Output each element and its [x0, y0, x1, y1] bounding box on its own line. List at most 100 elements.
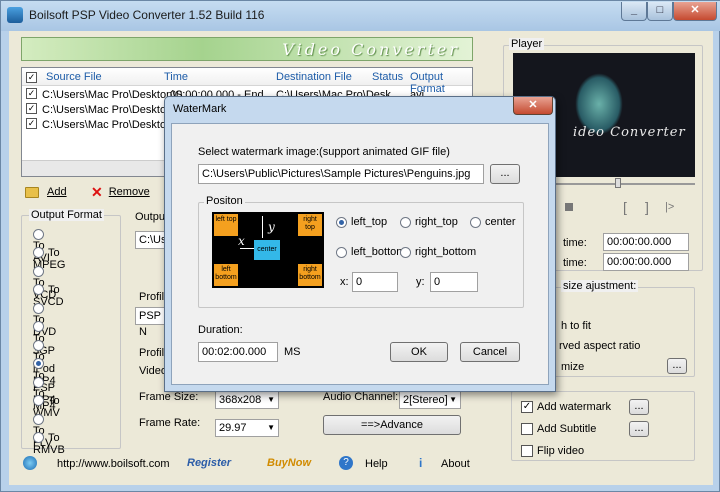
chevron-down-icon: ▼ [267, 423, 275, 432]
radio-left-bottom[interactable]: left_bottom [336, 246, 405, 258]
flip-checkbox[interactable] [521, 445, 533, 458]
radio-dot [336, 246, 347, 258]
watermark-dialog: WaterMark ✕ Select watermark image:(supp… [164, 96, 556, 392]
radio-center[interactable]: center [470, 216, 516, 228]
radio-dot [400, 246, 411, 258]
row-checkbox[interactable]: ✓ [26, 88, 37, 99]
position-label: Positon [204, 195, 245, 207]
preview-left-bottom: left bottom [214, 264, 238, 286]
radio-left-top[interactable]: left_top [336, 216, 387, 228]
add-watermark-option[interactable]: ✓ Add watermark [521, 401, 611, 414]
cancel-button[interactable]: Cancel [460, 342, 520, 362]
col-destination-file[interactable]: Destination File [276, 71, 352, 83]
end-time-field[interactable]: 00:00:00.000 [603, 253, 689, 271]
dialog-close-button[interactable]: ✕ [513, 97, 553, 115]
radio-dot [33, 413, 44, 425]
radio-dot [33, 284, 44, 296]
radio-dot [400, 216, 411, 228]
subtitle-settings-button[interactable]: ... [629, 421, 649, 437]
row-source: C:\Users\Mac Pro\Desktop\c [42, 119, 181, 131]
globe-icon [23, 456, 37, 470]
y-label: y [268, 220, 275, 234]
frame-size-select[interactable]: 368x208 ▼ [215, 391, 279, 409]
watermark-settings-button[interactable]: ... [629, 399, 649, 415]
duration-field[interactable]: 00:02:00.000 [198, 342, 278, 362]
preview-right-top: right top [298, 214, 322, 236]
ok-button[interactable]: OK [390, 342, 448, 362]
title-bar[interactable]: Boilsoft PSP Video Converter 1.52 Build … [1, 1, 720, 31]
duration-label: Duration: [198, 324, 243, 336]
select-image-label: Select watermark image:(support animated… [198, 146, 450, 158]
row-checkbox[interactable]: ✓ [26, 103, 37, 114]
remove-button[interactable]: ✕ Remove [91, 183, 150, 201]
register-button[interactable]: Register [187, 457, 231, 469]
radio-right-bottom[interactable]: right_bottom [400, 246, 476, 258]
radio-dot [33, 302, 44, 314]
file-list-header: ✓ Source File Time Destination File Stat… [22, 68, 472, 95]
maximize-button[interactable]: □ [647, 2, 673, 21]
app-icon [7, 7, 23, 23]
radio-dot [336, 216, 347, 228]
video-preview-text: ideo Converter [573, 125, 686, 140]
aspect-option[interactable]: rved aspect ratio [559, 340, 640, 352]
help-button[interactable]: Help [365, 458, 388, 470]
remove-icon: ✕ [91, 184, 103, 201]
size-settings-button[interactable]: ... [667, 358, 687, 374]
customize-option[interactable]: mize [561, 361, 584, 373]
advance-button[interactable]: ==>Advance [323, 415, 461, 435]
dialog-body: Select watermark image:(support animated… [171, 123, 549, 385]
mark-in-button[interactable]: [ [623, 199, 627, 215]
frame-rate-select[interactable]: 29.97 ▼ [215, 419, 279, 437]
video-label: Video [139, 365, 167, 377]
folder-icon [25, 186, 39, 198]
col-time[interactable]: Time [164, 71, 188, 83]
col-source-file[interactable]: Source File [46, 71, 102, 83]
end-time-label: time: [563, 257, 587, 269]
row-source: C:\Users\Mac Pro\Desktop\A [42, 104, 183, 116]
radio-right-top[interactable]: right_top [400, 216, 458, 228]
profile-select[interactable]: PSP N [135, 307, 167, 338]
y-arrow [262, 216, 263, 238]
radio-dot [33, 339, 44, 351]
close-button[interactable]: ✕ [673, 2, 717, 21]
output-path-field[interactable]: C:\Use [135, 231, 173, 249]
y-coord-label: y: [416, 276, 425, 288]
image-path-field[interactable]: C:\Users\Public\Pictures\Sample Pictures… [198, 164, 484, 184]
row-checkbox[interactable]: ✓ [26, 118, 37, 129]
radio-dot [33, 247, 44, 259]
mark-out-button[interactable]: ] [645, 199, 649, 215]
watermark-checkbox[interactable]: ✓ [521, 401, 533, 414]
subtitle-checkbox[interactable] [521, 423, 533, 436]
help-icon[interactable]: ? [339, 456, 353, 470]
x-coord-field[interactable]: 0 [352, 272, 398, 292]
browse-button[interactable]: ... [490, 164, 520, 184]
radio-dot [33, 376, 44, 388]
radio-dot [33, 395, 44, 407]
stretch-option[interactable]: h to fit [561, 320, 591, 332]
seek-handle[interactable] [615, 178, 621, 188]
window-title: Boilsoft PSP Video Converter 1.52 Build … [29, 8, 265, 22]
dialog-title: WaterMark [173, 103, 227, 115]
info-icon: i [419, 456, 423, 470]
output-format-option[interactable]: To RMVB [33, 432, 65, 456]
add-subtitle-option[interactable]: Add Subtitle [521, 423, 596, 436]
radio-dot [33, 228, 44, 240]
audio-channel-label: Audio Channel: [323, 391, 399, 403]
add-button[interactable]: Add [25, 183, 67, 201]
website-link[interactable]: http://www.boilsoft.com [57, 458, 170, 470]
stop-icon[interactable] [565, 203, 573, 211]
duration-unit: MS [284, 346, 301, 358]
col-status[interactable]: Status [372, 71, 403, 83]
header-check[interactable]: ✓ [26, 71, 37, 83]
audio-channel-select[interactable]: 2[Stereo] ▼ [399, 391, 461, 409]
buynow-button[interactable]: BuyNow [267, 457, 311, 469]
x-coord-label: x: [340, 276, 349, 288]
start-time-label: time: [563, 237, 587, 249]
flip-video-option[interactable]: Flip video [521, 445, 584, 458]
next-frame-button[interactable]: |> [665, 201, 674, 213]
minimize-button[interactable]: _ [621, 2, 647, 21]
start-time-field[interactable]: 00:00:00.000 [603, 233, 689, 251]
y-coord-field[interactable]: 0 [430, 272, 478, 292]
about-button[interactable]: About [441, 458, 470, 470]
radio-dot [33, 358, 44, 370]
